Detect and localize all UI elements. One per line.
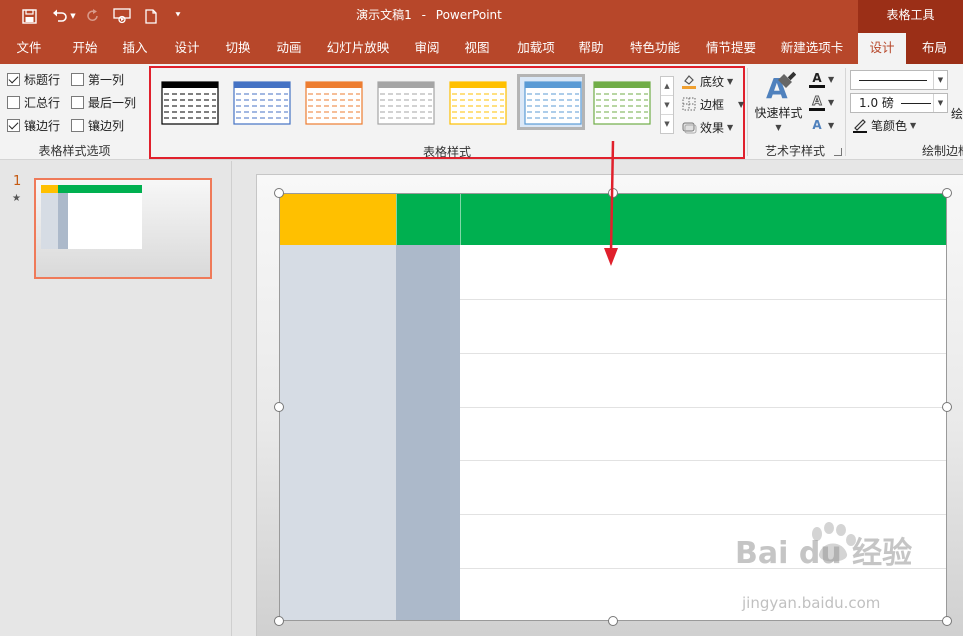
watermark-text: Bai du 经验	[735, 536, 913, 571]
watermark-url: jingyan.baidu.com	[742, 594, 881, 612]
